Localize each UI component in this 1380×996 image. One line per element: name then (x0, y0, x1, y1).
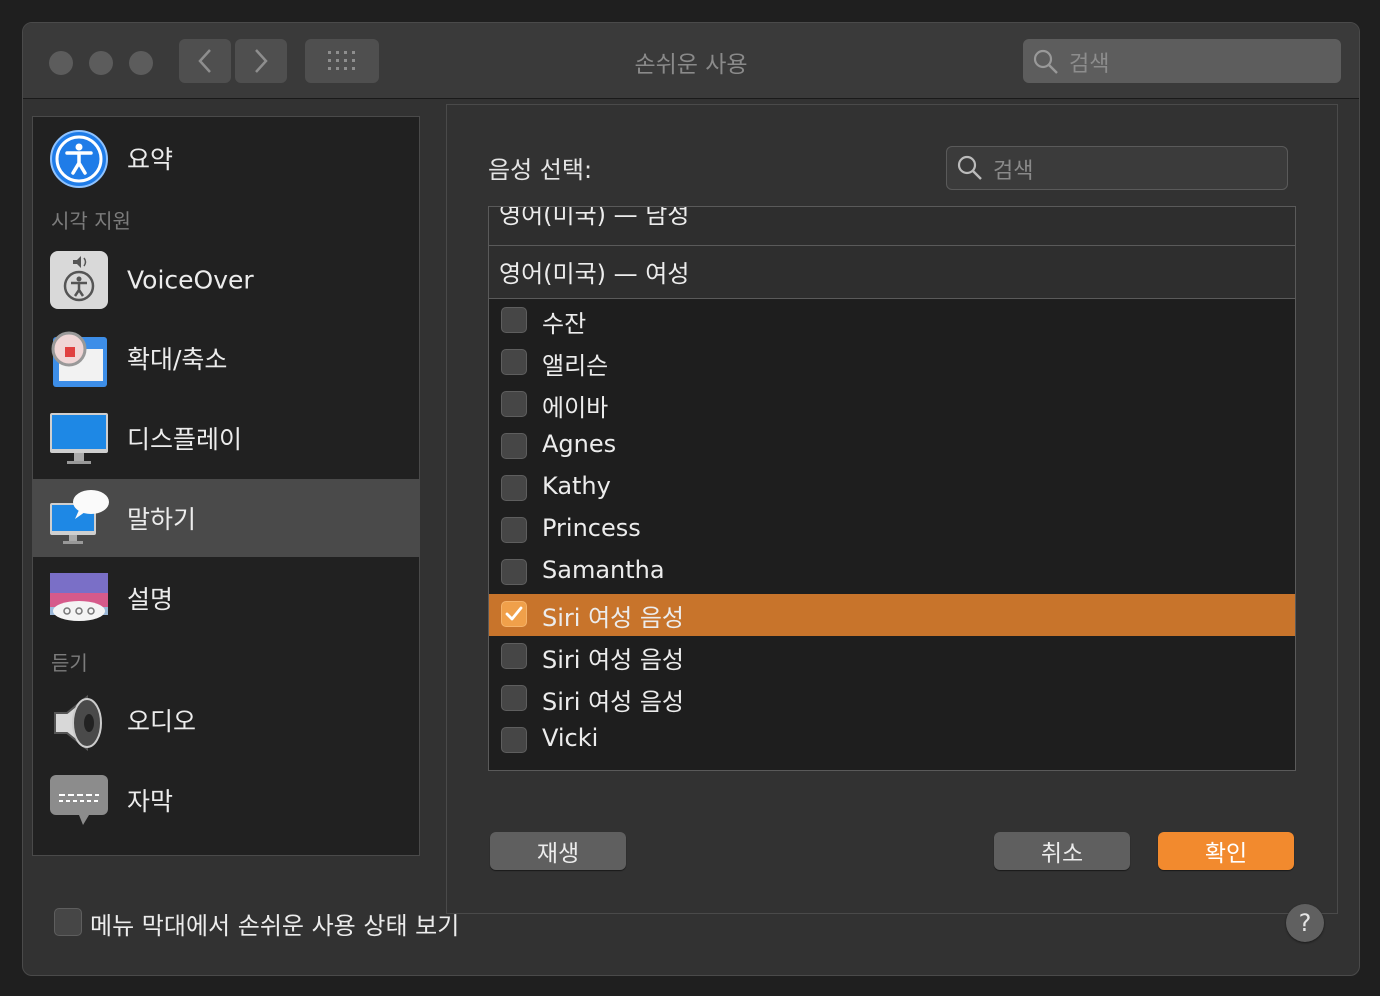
sidebar-item-label: 말하기 (127, 505, 197, 534)
sidebar-item-overview[interactable]: 요약 (33, 119, 419, 197)
voice-checkbox[interactable] (501, 349, 527, 375)
voice-row-selected[interactable]: Siri 여성 음성 (489, 594, 1295, 636)
voice-checkbox[interactable] (501, 475, 527, 501)
play-button[interactable]: 재생 (490, 832, 626, 870)
voice-row[interactable]: Kathy (489, 468, 1295, 510)
menu-bar-status-checkbox[interactable] (54, 908, 82, 936)
sidebar-item-audio[interactable]: 오디오 (33, 681, 419, 759)
voice-checkbox[interactable] (501, 727, 527, 753)
voice-row[interactable]: Siri 여성 음성 (489, 678, 1295, 720)
sidebar-item-label: 디스플레이 (127, 425, 243, 454)
voice-row[interactable]: 에이바 (489, 384, 1295, 426)
sidebar-item-zoom[interactable]: 확대/축소 (33, 319, 419, 397)
sidebar-item-label: 설명 (127, 585, 174, 614)
voice-row[interactable]: Samantha (489, 552, 1295, 594)
descriptions-icon (50, 573, 108, 621)
voice-row[interactable]: Agnes (489, 426, 1295, 468)
voice-list[interactable]: 영어(미국) — 남성 영어(미국) — 여성 수잔 앨리슨 에이바 Agnes… (488, 206, 1296, 771)
speaker-icon (54, 694, 102, 751)
search-icon (1033, 49, 1058, 74)
display-icon (50, 413, 108, 464)
voice-selection-label: 음성 선택: (488, 156, 593, 184)
voice-checkbox[interactable] (501, 559, 527, 585)
search-placeholder: 검색 (1069, 52, 1110, 77)
sidebar-item-descriptions[interactable]: 설명 (33, 559, 419, 637)
section-header-vision: 시각 지원 (51, 209, 131, 233)
voice-row[interactable]: 수잔 (489, 300, 1295, 342)
search-icon (957, 155, 982, 180)
voiceover-icon (50, 251, 108, 309)
voice-row[interactable]: 앨리슨 (489, 342, 1295, 384)
sidebar-item-label: 요약 (127, 145, 174, 174)
sidebar-item-label: 자막 (127, 787, 174, 816)
sidebar-item-voiceover[interactable]: VoiceOver (33, 241, 419, 319)
accessibility-icon (50, 130, 108, 188)
section-header-hearing: 듣기 (51, 651, 88, 675)
sidebar-item-label: 오디오 (127, 707, 197, 736)
voice-checkbox[interactable] (501, 307, 527, 333)
cancel-button[interactable]: 취소 (994, 832, 1130, 870)
search-placeholder: 검색 (993, 159, 1034, 184)
captions-icon (50, 775, 108, 825)
sidebar-item-label: 확대/축소 (127, 345, 228, 374)
voice-checkbox[interactable] (501, 433, 527, 459)
voice-row[interactable]: Vicki (489, 720, 1295, 762)
title-bar: 손쉬운 사용 검색 (23, 23, 1359, 99)
voice-checkbox-checked[interactable] (501, 601, 527, 627)
voice-checkbox[interactable] (501, 685, 527, 711)
speech-icon (50, 490, 109, 544)
sidebar[interactable]: 요약 시각 지원 VoiceOver 확대/축소 디스플레이 말하기 설명 듣기… (32, 116, 420, 856)
help-button[interactable]: ? (1286, 904, 1324, 942)
sidebar-item-label: VoiceOver (127, 265, 254, 295)
search-field[interactable]: 검색 (1023, 39, 1341, 83)
sidebar-item-display[interactable]: 디스플레이 (33, 399, 419, 477)
menu-bar-status-label: 메뉴 막대에서 손쉬운 사용 상태 보기 (90, 912, 460, 940)
voice-checkbox[interactable] (501, 643, 527, 669)
checkmark-icon (505, 606, 523, 621)
ok-button[interactable]: 확인 (1158, 832, 1294, 870)
group-header-female: 영어(미국) — 여성 (489, 246, 1295, 299)
voice-search-field[interactable]: 검색 (946, 146, 1288, 190)
voice-checkbox[interactable] (501, 517, 527, 543)
voice-row[interactable]: Siri 여성 음성 (489, 636, 1295, 678)
sidebar-item-captions[interactable]: 자막 (33, 761, 419, 839)
group-header-male: 영어(미국) — 남성 (489, 207, 1295, 246)
sidebar-item-speech[interactable]: 말하기 (33, 479, 419, 557)
zoom-icon (51, 331, 107, 387)
voice-row[interactable]: Princess (489, 510, 1295, 552)
voice-checkbox[interactable] (501, 391, 527, 417)
